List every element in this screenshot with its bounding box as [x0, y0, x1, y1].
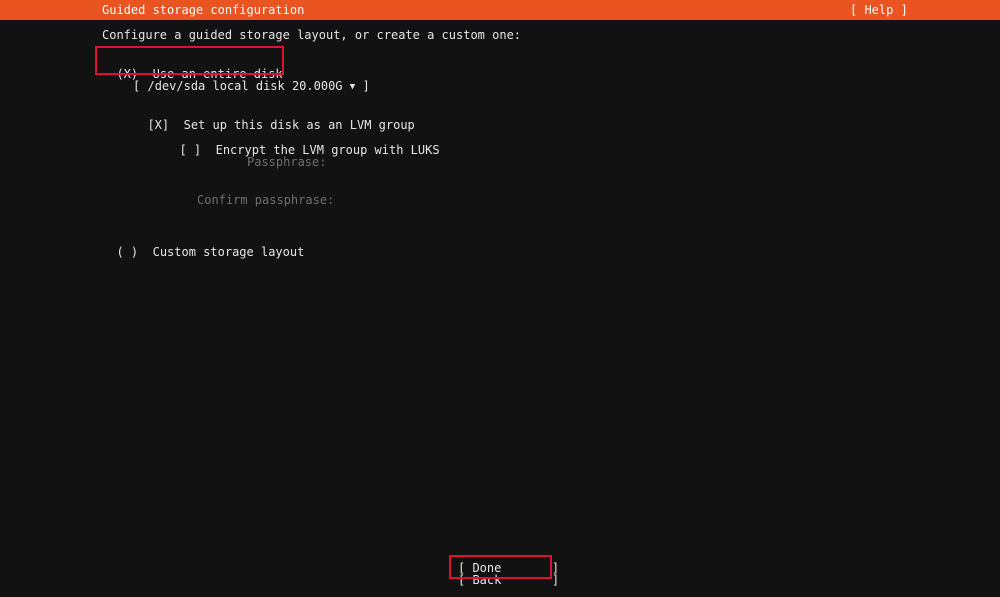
lvm-option[interactable]: [X] Set up this disk as an LVM group	[133, 104, 414, 132]
disk-select-open-bracket: [	[133, 79, 141, 93]
confirm-passphrase-label: Confirm passphrase:	[197, 193, 335, 207]
custom-layout-label: Custom storage layout	[152, 245, 305, 259]
custom-layout-radio[interactable]: ( )	[116, 245, 138, 259]
passphrase-input	[330, 154, 590, 170]
disk-select-value: /dev/sda local disk 20.000G	[147, 79, 343, 93]
chevron-down-icon: ▼	[349, 82, 356, 92]
done-highlight	[449, 555, 552, 579]
page-title: Guided storage configuration	[102, 3, 305, 17]
entire-disk-highlight	[95, 46, 284, 75]
custom-layout-option[interactable]: ( ) Custom storage layout	[102, 231, 304, 259]
intro-text: Configure a guided storage layout, or cr…	[102, 28, 522, 42]
luks-checkbox[interactable]: [ ]	[179, 143, 201, 157]
disk-select[interactable]: [ /dev/sda local disk 20.000G ▼ ]	[133, 79, 370, 94]
passphrase-label: Passphrase:	[247, 155, 327, 169]
header-bar: Guided storage configuration [ Help ]	[0, 0, 1000, 20]
help-button[interactable]: [ Help ]	[850, 3, 908, 17]
luks-option[interactable]: [ ] Encrypt the LVM group with LUKS	[165, 129, 439, 157]
disk-select-close-bracket: ]	[362, 79, 370, 93]
confirm-passphrase-input	[330, 192, 590, 208]
